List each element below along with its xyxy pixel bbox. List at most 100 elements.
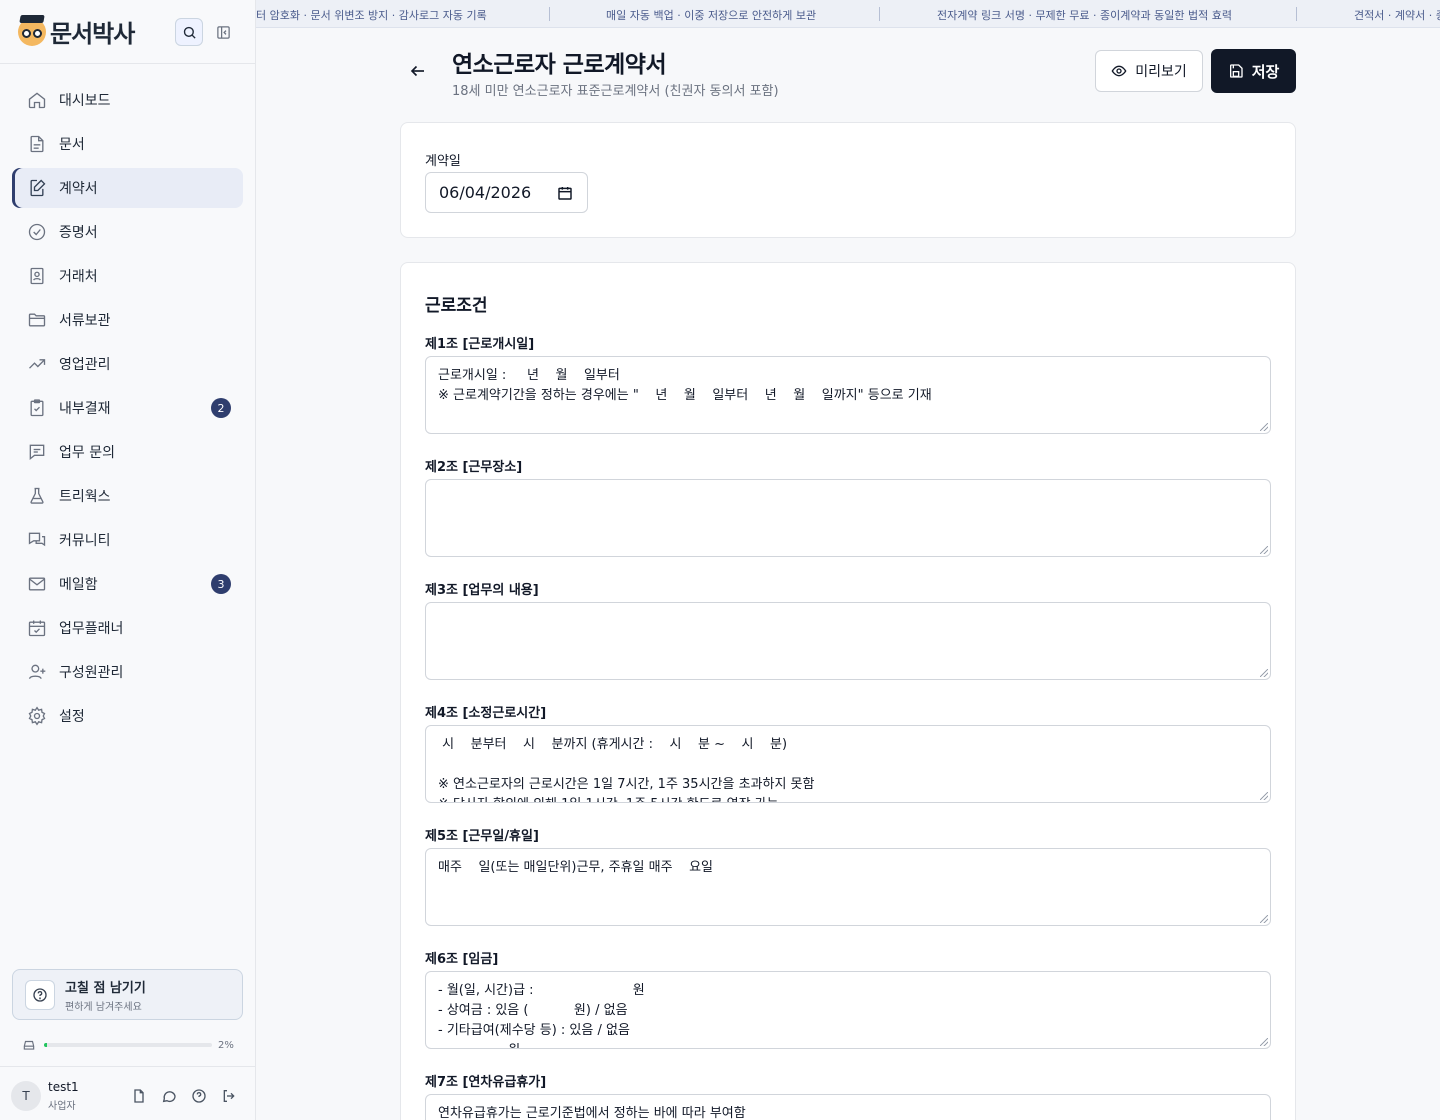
check-circle-icon [26, 221, 48, 243]
collapse-sidebar-button[interactable] [214, 23, 232, 41]
section-title: 근로조건 [425, 296, 488, 316]
sidebar-item-community[interactable]: 커뮤니티 [12, 520, 243, 560]
sidebar-item-clients[interactable]: 거래처 [12, 256, 243, 296]
save-icon [1229, 64, 1243, 78]
owl-mascot-icon [18, 17, 46, 46]
sidebar-item-members[interactable]: 구성원관리 [12, 652, 243, 692]
working-conditions-card: 근로조건 제1조 [근로개시일] 근로개시일 : 년 월 일부터 ※ 근로계약기… [400, 262, 1296, 1120]
notification-badge: 3 [211, 574, 231, 594]
document-icon[interactable] [130, 1087, 148, 1105]
sidebar-item-inquiry[interactable]: 업무 문의 [12, 432, 243, 472]
gear-icon [26, 705, 48, 727]
avatar: T [11, 1081, 41, 1111]
article-3-label: 제3조 [업무의 내용] [425, 583, 539, 598]
sidebar-divider [0, 63, 256, 64]
sidebar-item-archive[interactable]: 서류보관 [12, 300, 243, 340]
sidebar-item-label: 내부결재 [59, 401, 111, 417]
contract-date-card: 계약일 06/04/2026 [400, 122, 1296, 238]
resize-handle[interactable] [1260, 792, 1268, 800]
article-6-label: 제6조 [임금] [425, 952, 499, 967]
sidebar-item-label: 영업관리 [59, 357, 111, 373]
article-4-label: 제4조 [소정근로시간] [425, 706, 547, 721]
contact-card-icon [26, 265, 48, 287]
save-label: 저장 [1251, 62, 1280, 81]
trending-up-icon [26, 353, 48, 375]
notification-badge: 2 [211, 398, 231, 418]
sidebar-item-sales[interactable]: 영업관리 [12, 344, 243, 384]
storage-percent: 2% [218, 1039, 234, 1051]
contract-date-input[interactable]: 06/04/2026 [425, 172, 588, 213]
sidebar-item-label: 거래처 [59, 269, 98, 285]
sidebar-item-mailbox[interactable]: 메일함 3 [12, 564, 243, 604]
calendar-icon [558, 187, 572, 200]
search-button[interactable] [175, 18, 203, 46]
article-2-label: 제2조 [근무장소] [425, 460, 523, 475]
help-chat-icon [25, 979, 55, 1010]
article-1-label: 제1조 [근로개시일] [425, 337, 535, 352]
article-2-textarea[interactable] [425, 479, 1271, 557]
ticker-separator [549, 7, 550, 21]
article-3-textarea[interactable] [425, 602, 1271, 680]
storage-bar [44, 1043, 212, 1047]
sidebar-item-label: 서류보관 [59, 313, 111, 329]
save-button[interactable]: 저장 [1211, 49, 1296, 93]
article-5-text: 매주 일(또는 매일단위)근무, 주휴일 매주 요일 [438, 860, 714, 875]
preview-button[interactable]: 미리보기 [1095, 50, 1203, 92]
calendar-icon [26, 617, 48, 639]
ticker-separator [1296, 7, 1297, 21]
article-7-textarea[interactable]: 연차유급휴가는 근로기준법에서 정하는 바에 따라 부여함 [425, 1094, 1271, 1120]
sidebar-item-settings[interactable]: 설정 [12, 696, 243, 736]
article-6-textarea[interactable]: - 월(일, 시간)급 : 원 - 상여금 : 있음 ( 원) / 없음 - 기… [425, 971, 1271, 1049]
user-profile[interactable]: T test1 사업자 [11, 1080, 79, 1112]
page-title: 연소근로자 근로계약서 [452, 52, 667, 78]
sidebar-item-label: 메일함 [59, 577, 98, 593]
article-6-text: - 월(일, 시간)급 : 원 - 상여금 : 있음 ( 원) / 없음 - 기… [438, 983, 645, 1048]
help-icon[interactable] [190, 1087, 208, 1105]
sidebar-item-contracts[interactable]: 계약서 [12, 168, 243, 208]
contract-date-value: 06/04/2026 [439, 183, 532, 202]
user-divider [0, 1066, 256, 1067]
ticker-item: 전자계약 링크 서명 · 무제한 무료 · 종이계약과 동일한 법적 효력 [937, 9, 1232, 22]
resize-handle[interactable] [1260, 669, 1268, 677]
resize-handle[interactable] [1260, 546, 1268, 554]
sidebar-item-triworks[interactable]: 트리웍스 [12, 476, 243, 516]
article-4-textarea[interactable]: 시 분부터 시 분까지 (휴게시간 : 시 분 ~ 시 분) ※ 연소근로자의 … [425, 725, 1271, 803]
logout-icon[interactable] [220, 1087, 238, 1105]
page-subtitle: 18세 미만 연소근로자 표준근로계약서 (친권자 동의서 포함) [452, 84, 779, 99]
sidebar-item-label: 업무플래너 [59, 621, 124, 637]
edit-document-icon [26, 177, 48, 199]
brand-name: 문서박사 [50, 20, 135, 48]
sidebar-nav: 대시보드 문서 계약서 증명서 거래처 서류보관 영업관리 내부결재 2 업무 … [12, 80, 243, 740]
sidebar-item-label: 업무 문의 [59, 445, 115, 461]
sidebar-item-label: 구성원관리 [59, 665, 124, 681]
ticker-item: 터 암호화 · 문서 위변조 방지 · 감사로그 자동 기록 [256, 9, 487, 22]
flask-icon [26, 485, 48, 507]
ticker-item: 견적서 · 계약서 · 증 [1354, 9, 1440, 22]
user-actions [130, 1087, 238, 1105]
article-1-textarea[interactable]: 근로개시일 : 년 월 일부터 ※ 근로계약기간을 정하는 경우에는 " 년 월… [425, 356, 1271, 434]
article-5-textarea[interactable]: 매주 일(또는 매일단위)근무, 주휴일 매주 요일 [425, 848, 1271, 926]
chat-icon[interactable] [160, 1087, 178, 1105]
feedback-subtitle: 편하게 남겨주세요 [65, 1001, 142, 1013]
sidebar-collapse-icon [216, 25, 230, 39]
announcement-ticker: 터 암호화 · 문서 위변조 방지 · 감사로그 자동 기록 매일 자동 백업 … [256, 0, 1440, 28]
sidebar-item-approval[interactable]: 내부결재 2 [12, 388, 243, 428]
contract-date-label: 계약일 [425, 154, 461, 169]
back-button[interactable] [406, 59, 430, 83]
folder-icon [26, 309, 48, 331]
feedback-title: 고칠 점 남기기 [65, 980, 146, 996]
storage-usage: 2% [22, 1036, 234, 1054]
sidebar-item-certificates[interactable]: 증명서 [12, 212, 243, 252]
resize-handle[interactable] [1260, 423, 1268, 431]
sidebar-item-label: 설정 [59, 709, 85, 725]
brand-logo[interactable]: 문서박사 [18, 14, 135, 49]
preview-label: 미리보기 [1135, 64, 1187, 80]
feedback-button[interactable]: 고칠 점 남기기 편하게 남겨주세요 [12, 969, 243, 1020]
user-name: test1 [48, 1080, 79, 1094]
sidebar-item-planner[interactable]: 업무플래너 [12, 608, 243, 648]
resize-handle[interactable] [1260, 1038, 1268, 1046]
sidebar-item-documents[interactable]: 문서 [12, 124, 243, 164]
sidebar-item-dashboard[interactable]: 대시보드 [12, 80, 243, 120]
sidebar-item-label: 계약서 [59, 181, 98, 197]
resize-handle[interactable] [1260, 915, 1268, 923]
